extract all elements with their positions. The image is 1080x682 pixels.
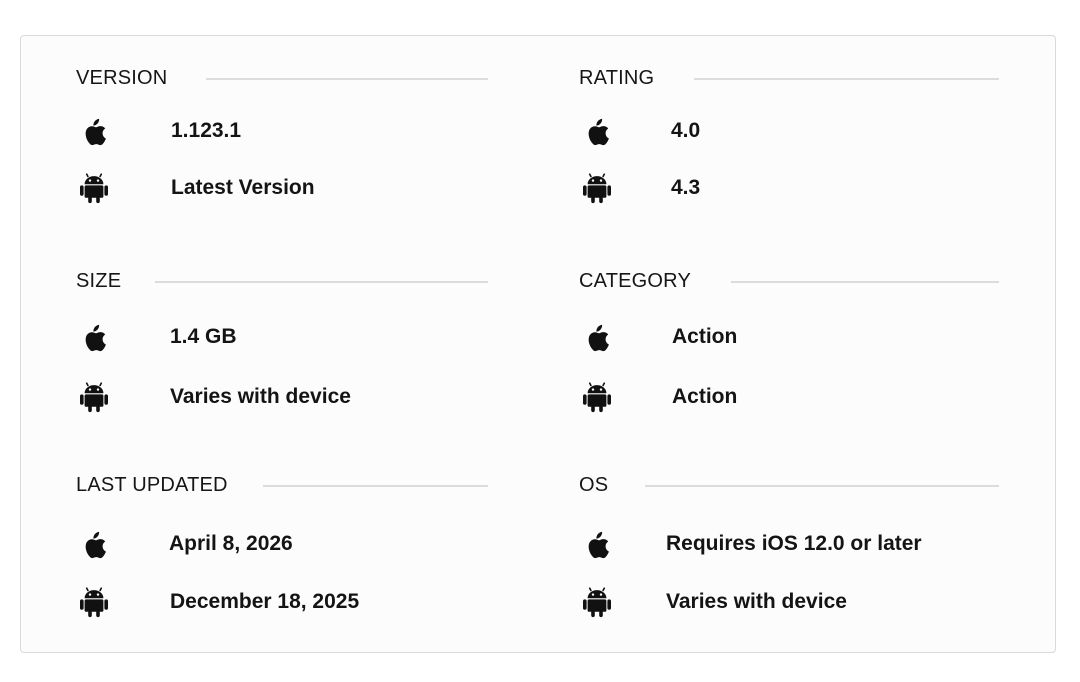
ios-version-value: 1.123.1 <box>171 119 242 142</box>
apple-icon <box>76 113 112 149</box>
android-icon <box>579 379 615 415</box>
ios-last-updated-value: April 8, 2026 <box>169 532 293 555</box>
section-size-header: SIZE <box>76 269 121 293</box>
section-title: RATING <box>579 66 655 89</box>
section-version-header: VERSION <box>76 66 167 90</box>
apple-icon <box>579 526 615 562</box>
apple-icon <box>579 319 615 355</box>
section-divider <box>645 485 999 487</box>
ios-rating-value: 4.0 <box>671 119 701 142</box>
section-title: LAST UPDATED <box>76 473 228 496</box>
android-icon <box>76 170 112 206</box>
section-divider <box>263 485 488 487</box>
section-title: OS <box>579 473 609 496</box>
section-os: OS Requires iOS 12.0 or later Varies wit… <box>579 473 999 623</box>
section-version: VERSION 1.123.1 Latest Version <box>76 66 488 216</box>
section-rating-header: RATING <box>579 66 654 90</box>
section-size: SIZE 1.4 GB Varies with device <box>76 269 488 419</box>
android-category-value: Action <box>672 385 738 408</box>
section-divider <box>155 281 488 283</box>
android-last-updated-value: December 18, 2025 <box>170 590 360 613</box>
android-icon <box>76 584 112 620</box>
section-last-updated: LAST UPDATED April 8, 2026 December 18, … <box>76 473 488 623</box>
section-title: SIZE <box>76 269 122 292</box>
apple-icon <box>76 526 112 562</box>
android-os-value: Varies with device <box>666 590 847 613</box>
section-divider <box>694 78 999 80</box>
android-icon <box>76 379 112 415</box>
app-info-card: VERSION 1.123.1 Latest Version RATING 4.… <box>20 35 1056 653</box>
android-version-value: Latest Version <box>171 176 315 199</box>
android-size-value: Varies with device <box>170 385 351 408</box>
android-icon <box>579 170 615 206</box>
section-title: VERSION <box>76 66 168 89</box>
section-title: CATEGORY <box>579 269 691 292</box>
section-rating: RATING 4.0 4.3 <box>579 66 999 216</box>
section-category: CATEGORY Action Action <box>579 269 999 419</box>
ios-category-value: Action <box>672 325 738 348</box>
section-os-header: OS <box>579 473 608 497</box>
apple-icon <box>579 113 615 149</box>
ios-size-value: 1.4 GB <box>170 325 237 348</box>
section-divider <box>206 78 488 80</box>
ios-os-value: Requires iOS 12.0 or later <box>666 532 922 555</box>
android-icon <box>579 584 615 620</box>
android-rating-value: 4.3 <box>671 176 701 199</box>
section-category-header: CATEGORY <box>579 269 691 293</box>
section-divider <box>731 281 999 283</box>
section-last-updated-header: LAST UPDATED <box>76 473 228 497</box>
apple-icon <box>76 319 112 355</box>
